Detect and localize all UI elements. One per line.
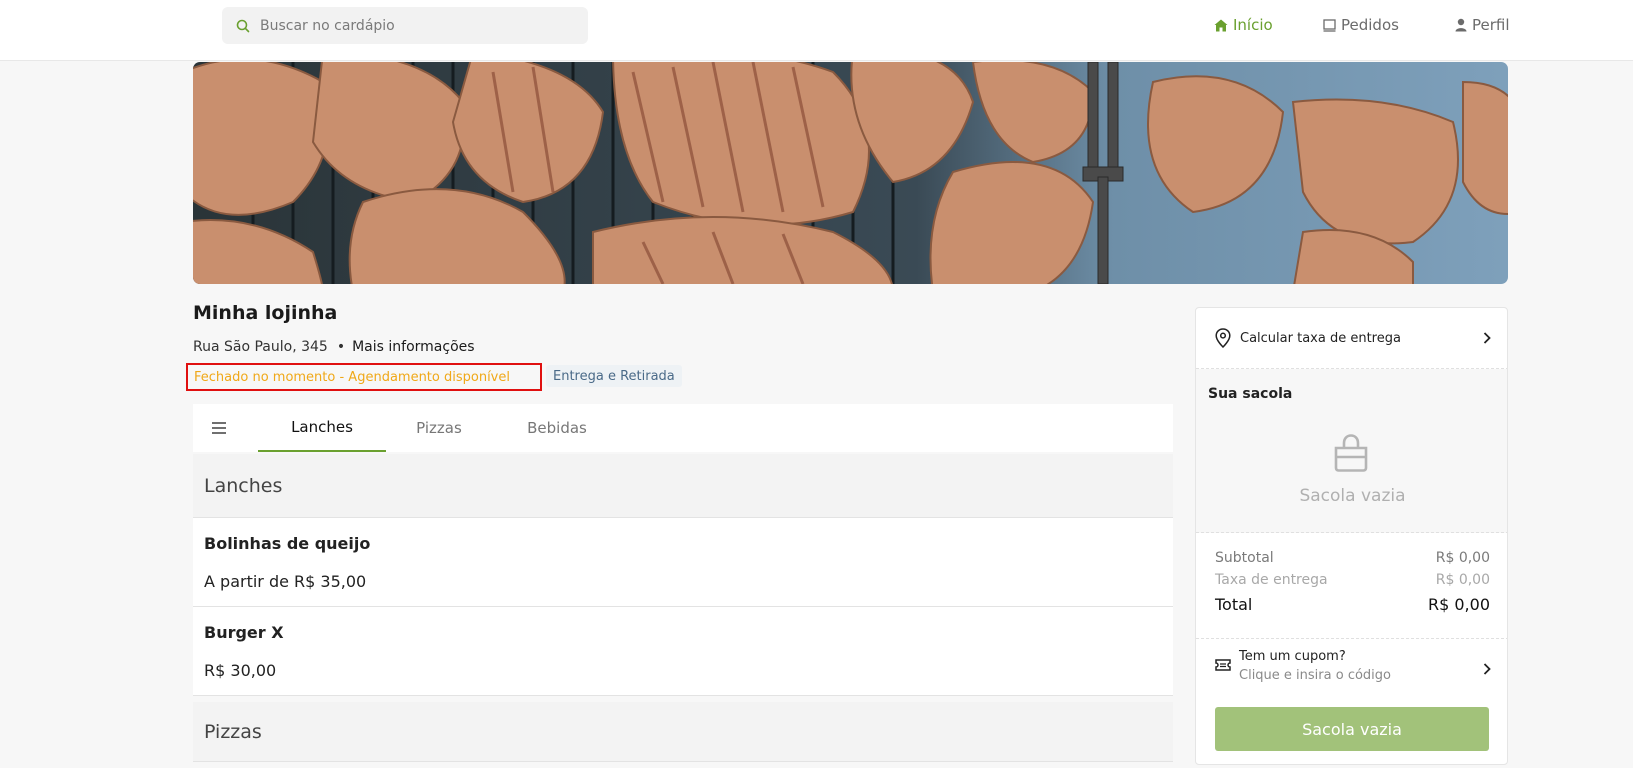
coupon-title: Tem um cupom? <box>1239 649 1346 664</box>
total-label: Total <box>1215 595 1253 614</box>
chevron-right-icon <box>1483 663 1491 675</box>
separator-dot: • <box>336 339 346 355</box>
subtotal-label: Subtotal <box>1215 550 1274 566</box>
home-icon <box>1214 19 1228 31</box>
subtotal-value: R$ 0,00 <box>1435 550 1490 566</box>
total-row: Total R$ 0,00 <box>1215 595 1490 614</box>
calc-delivery-fee-button[interactable]: Calcular taxa de entrega <box>1196 308 1507 369</box>
total-value: R$ 0,00 <box>1427 595 1490 614</box>
nav-pedidos[interactable]: Pedidos <box>1323 14 1399 36</box>
section-title-lanches: Lanches <box>193 454 1173 518</box>
store-status-badge: Fechado no momento - Agendamento disponí… <box>186 363 542 391</box>
shopping-bag-icon <box>1334 434 1368 472</box>
menu-item-price: A partir de R$ 35,00 <box>204 572 367 591</box>
chevron-right-icon <box>1483 332 1491 344</box>
coupon-subtitle: Clique e insira o código <box>1239 668 1391 683</box>
nav-pedidos-label: Pedidos <box>1341 16 1399 34</box>
nav-perfil[interactable]: Perfil <box>1455 14 1510 36</box>
bag-totals: Subtotal R$ 0,00 Taxa de entrega R$ 0,00… <box>1196 533 1507 639</box>
bag-panel: Calcular taxa de entrega Sua sacola Saco… <box>1195 307 1508 765</box>
delivery-fee-row: Taxa de entrega R$ 0,00 <box>1215 572 1490 588</box>
delivery-fee-label: Taxa de entrega <box>1215 572 1328 588</box>
tab-bebidas[interactable]: Bebidas <box>524 404 590 452</box>
nav-inicio-label: Início <box>1233 16 1273 34</box>
more-info-link[interactable]: Mais informações <box>352 339 474 355</box>
bag-title: Sua sacola <box>1208 386 1293 402</box>
ticket-icon <box>1215 659 1231 671</box>
nav-inicio[interactable]: Início <box>1214 14 1273 36</box>
coupon-button[interactable]: Tem um cupom? Clique e insira o código <box>1196 639 1507 699</box>
user-icon <box>1455 18 1467 32</box>
calc-delivery-label: Calcular taxa de entrega <box>1240 330 1401 346</box>
tab-pizzas[interactable]: Pizzas <box>411 404 467 452</box>
location-pin-icon <box>1215 328 1231 348</box>
section-title-pizzas: Pizzas <box>193 702 1173 762</box>
store-name: Minha lojinha <box>193 302 338 324</box>
nav-perfil-label: Perfil <box>1472 16 1510 34</box>
menu-item-name: Bolinhas de queijo <box>204 534 371 553</box>
bag-contents: Sua sacola Sacola vazia <box>1196 369 1507 533</box>
subtotal-row: Subtotal R$ 0,00 <box>1215 550 1490 566</box>
category-tabs: Lanches Pizzas Bebidas <box>193 404 1173 452</box>
search-bar[interactable] <box>222 7 588 44</box>
menu-item-price: R$ 30,00 <box>204 661 277 680</box>
menu-item[interactable]: Burger X R$ 30,00 <box>193 607 1173 696</box>
top-header: Início Pedidos Perfil <box>0 0 1633 61</box>
receipt-icon <box>1323 18 1336 32</box>
checkout-button[interactable]: Sacola vazia <box>1215 707 1489 751</box>
tab-lanches[interactable]: Lanches <box>258 404 386 452</box>
service-mode-badge: Entrega e Retirada <box>546 365 682 387</box>
menu-item[interactable]: Bolinhas de queijo A partir de R$ 35,00 <box>193 518 1173 607</box>
store-address-row: Rua São Paulo, 345 • Mais informações <box>193 338 475 356</box>
store-banner-image <box>193 62 1508 284</box>
menu-list-icon[interactable] <box>209 418 229 438</box>
search-icon <box>236 19 250 32</box>
search-input[interactable] <box>260 17 580 34</box>
store-address: Rua São Paulo, 345 <box>193 339 328 355</box>
delivery-fee-value: R$ 0,00 <box>1435 572 1490 588</box>
bag-empty-text: Sacola vazia <box>1299 486 1406 506</box>
menu-item-name: Burger X <box>204 623 284 642</box>
